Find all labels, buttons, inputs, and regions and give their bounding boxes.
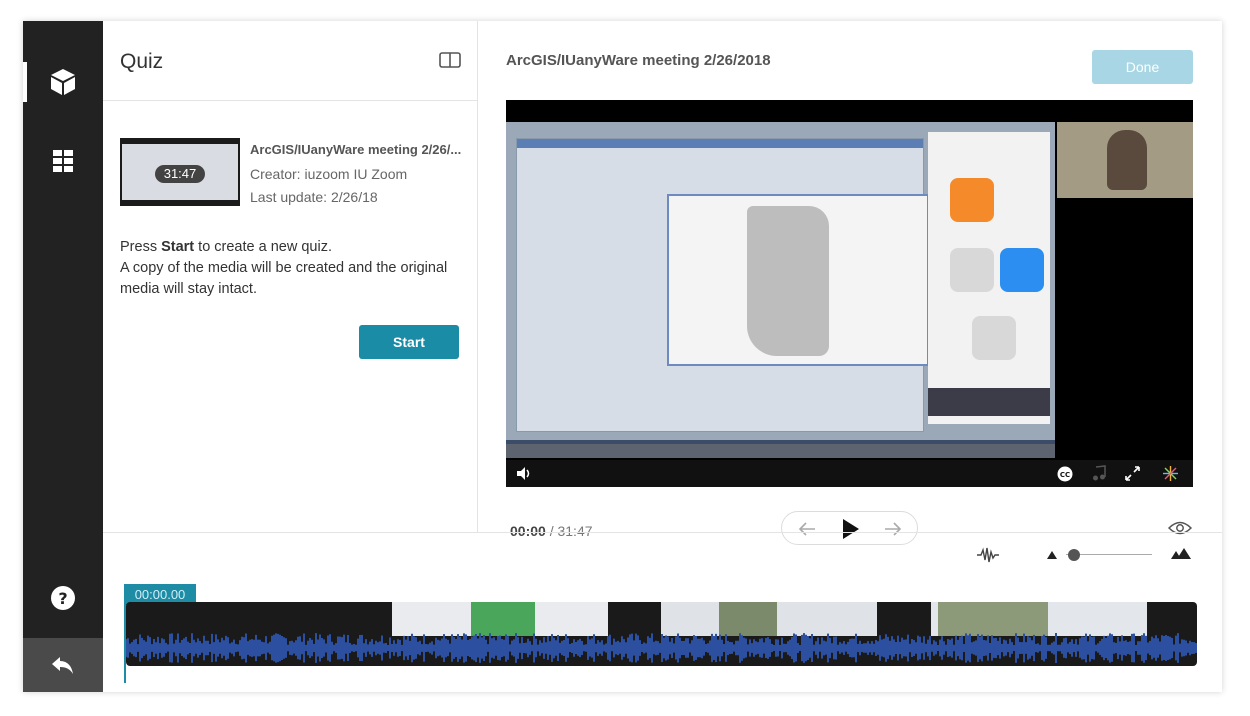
video-webcam-person xyxy=(1107,130,1147,190)
video-frame xyxy=(506,122,1055,458)
video-app-titlebar xyxy=(517,139,923,148)
waveform-bars xyxy=(126,633,1197,663)
volume-icon[interactable] xyxy=(516,466,532,481)
music-note-icon[interactable] xyxy=(1092,465,1106,482)
media-creator: Creator: iuzoom IU Zoom xyxy=(250,166,408,182)
svg-text:?: ? xyxy=(58,589,67,608)
sparkle-icon[interactable] xyxy=(1162,465,1179,482)
thumbnail-duration: 31:47 xyxy=(155,165,205,183)
video-map-shape xyxy=(747,206,829,356)
chapters-icon xyxy=(53,150,73,172)
video-zoom-tile-grey xyxy=(950,248,994,292)
player-title: ArcGIS/IUanyWare meeting 2/26/2018 xyxy=(506,52,771,69)
video-dock xyxy=(506,444,1055,458)
waveform-icon[interactable] xyxy=(976,547,1000,563)
captions-icon[interactable]: CC xyxy=(1057,466,1073,482)
sidebar: ? xyxy=(23,21,103,692)
audio-waveform xyxy=(126,633,1197,663)
start-button[interactable]: Start xyxy=(359,325,459,359)
editor-window: ? Quiz 31:47 ArcGIS/IUanyWare meeting 2/… xyxy=(23,21,1222,692)
instruction-suffix: to create a new quiz. xyxy=(194,239,332,255)
quiz-header: Quiz xyxy=(103,21,477,101)
media-title: ArcGIS/IUanyWare meeting 2/26/... xyxy=(250,142,462,157)
question-circle-icon: ? xyxy=(51,586,75,610)
instruction-prefix: Press xyxy=(120,239,162,255)
sidebar-item-quiz[interactable] xyxy=(23,54,103,110)
video-zoom-tile-blue xyxy=(1000,248,1044,292)
video-player[interactable]: CC xyxy=(506,100,1193,487)
sidebar-item-chapters[interactable] xyxy=(23,133,103,189)
video-zoom-window xyxy=(928,132,1050,424)
video-zoom-tile-share xyxy=(972,316,1016,360)
quiz-instructions: Press Start to create a new quiz. A copy… xyxy=(120,237,465,300)
media-thumbnail: 31:47 xyxy=(120,138,240,206)
media-entry: 31:47 ArcGIS/IUanyWare meeting 2/26/... … xyxy=(120,138,465,208)
video-app-window xyxy=(516,138,929,432)
zoom-in-icon[interactable] xyxy=(1170,547,1192,561)
back-button[interactable] xyxy=(23,638,103,692)
undo-arrow-icon xyxy=(52,657,73,674)
panel-layout-icon[interactable] xyxy=(439,52,461,68)
svg-text:CC: CC xyxy=(1060,471,1070,479)
instruction-bold: Start xyxy=(161,239,195,255)
player-panel: ArcGIS/IUanyWare meeting 2/26/2018 Done xyxy=(478,21,1222,545)
timeline-panel: 00:00.00 xyxy=(103,532,1222,692)
video-zoom-tile-orange xyxy=(950,178,994,222)
video-webcam xyxy=(1057,122,1193,198)
timeline-track[interactable] xyxy=(126,602,1197,666)
video-control-bar: CC xyxy=(506,460,1193,487)
timeline-playhead[interactable] xyxy=(124,605,126,683)
quiz-title: Quiz xyxy=(120,50,164,73)
zoom-slider-handle[interactable] xyxy=(1068,549,1080,561)
instruction-line2: A copy of the media will be created and … xyxy=(120,260,448,297)
help-button[interactable]: ? xyxy=(23,570,103,626)
fullscreen-icon[interactable] xyxy=(1125,466,1140,481)
media-last-update: Last update: 2/26/18 xyxy=(250,189,378,205)
done-button[interactable]: Done xyxy=(1092,50,1193,84)
zoom-out-icon[interactable] xyxy=(1046,550,1058,560)
cube-icon xyxy=(51,69,75,95)
quiz-panel: Quiz 31:47 ArcGIS/IUanyWare meeting 2/26… xyxy=(103,21,478,532)
video-zoom-bar xyxy=(928,388,1050,416)
video-map-window xyxy=(667,194,929,366)
